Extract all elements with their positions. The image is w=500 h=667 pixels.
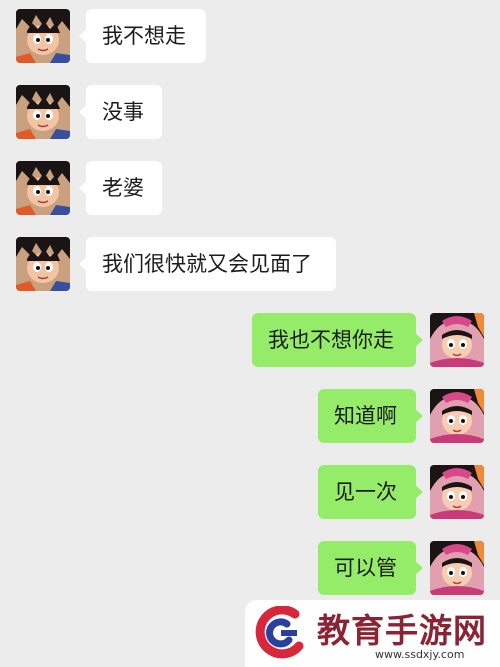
goku-avatar[interactable] (16, 9, 70, 63)
message-row: 知道啊 (0, 389, 500, 443)
message-row: 我们很快就又会见面了 (0, 237, 500, 291)
message-row: 可以管 (0, 541, 500, 595)
goku-avatar[interactable] (16, 85, 70, 139)
goku-avatar[interactable] (16, 161, 70, 215)
watermark-url: www.ssdxjy.com (375, 648, 465, 661)
message-text: 知道啊 (334, 404, 397, 428)
chichi-avatar[interactable] (430, 465, 484, 519)
message-row: 老婆 (0, 161, 500, 215)
message-bubble-incoming[interactable]: 没事 (79, 85, 162, 139)
message-row: 见一次 (0, 465, 500, 519)
message-row: 没事 (0, 85, 500, 139)
message-text: 我们很快就又会见面了 (102, 252, 312, 276)
message-text: 可以管 (334, 556, 397, 580)
message-bubble-incoming[interactable]: 老婆 (79, 161, 162, 215)
chichi-avatar[interactable] (430, 313, 484, 367)
message-bubble-outgoing[interactable]: 可以管 (318, 541, 423, 595)
chichi-avatar[interactable] (430, 389, 484, 443)
message-bubble-outgoing[interactable]: 见一次 (318, 465, 423, 519)
site-watermark: 教育手游网 www.ssdxjy.com (245, 600, 500, 667)
site-logo-icon (255, 606, 304, 659)
message-row: 我也不想你走 (0, 313, 500, 367)
message-text: 没事 (102, 100, 144, 124)
message-row: 我不想走 (0, 9, 500, 63)
chichi-avatar[interactable] (430, 541, 484, 595)
message-text: 老婆 (102, 176, 144, 200)
goku-avatar[interactable] (16, 237, 70, 291)
message-bubble-outgoing[interactable]: 知道啊 (318, 389, 423, 443)
message-text: 我也不想你走 (268, 328, 394, 352)
message-text: 见一次 (334, 480, 397, 504)
message-text: 我不想走 (102, 24, 186, 48)
message-bubble-outgoing[interactable]: 我也不想你走 (252, 313, 423, 367)
watermark-title: 教育手游网 (317, 611, 487, 650)
message-bubble-incoming[interactable]: 我们很快就又会见面了 (79, 237, 336, 291)
chat-message-list: 我不想走 没事 老婆 我们很快就又会见面了 我也不想你走 知道啊 见一次 可以管 (0, 0, 500, 667)
message-bubble-incoming[interactable]: 我不想走 (79, 9, 206, 63)
